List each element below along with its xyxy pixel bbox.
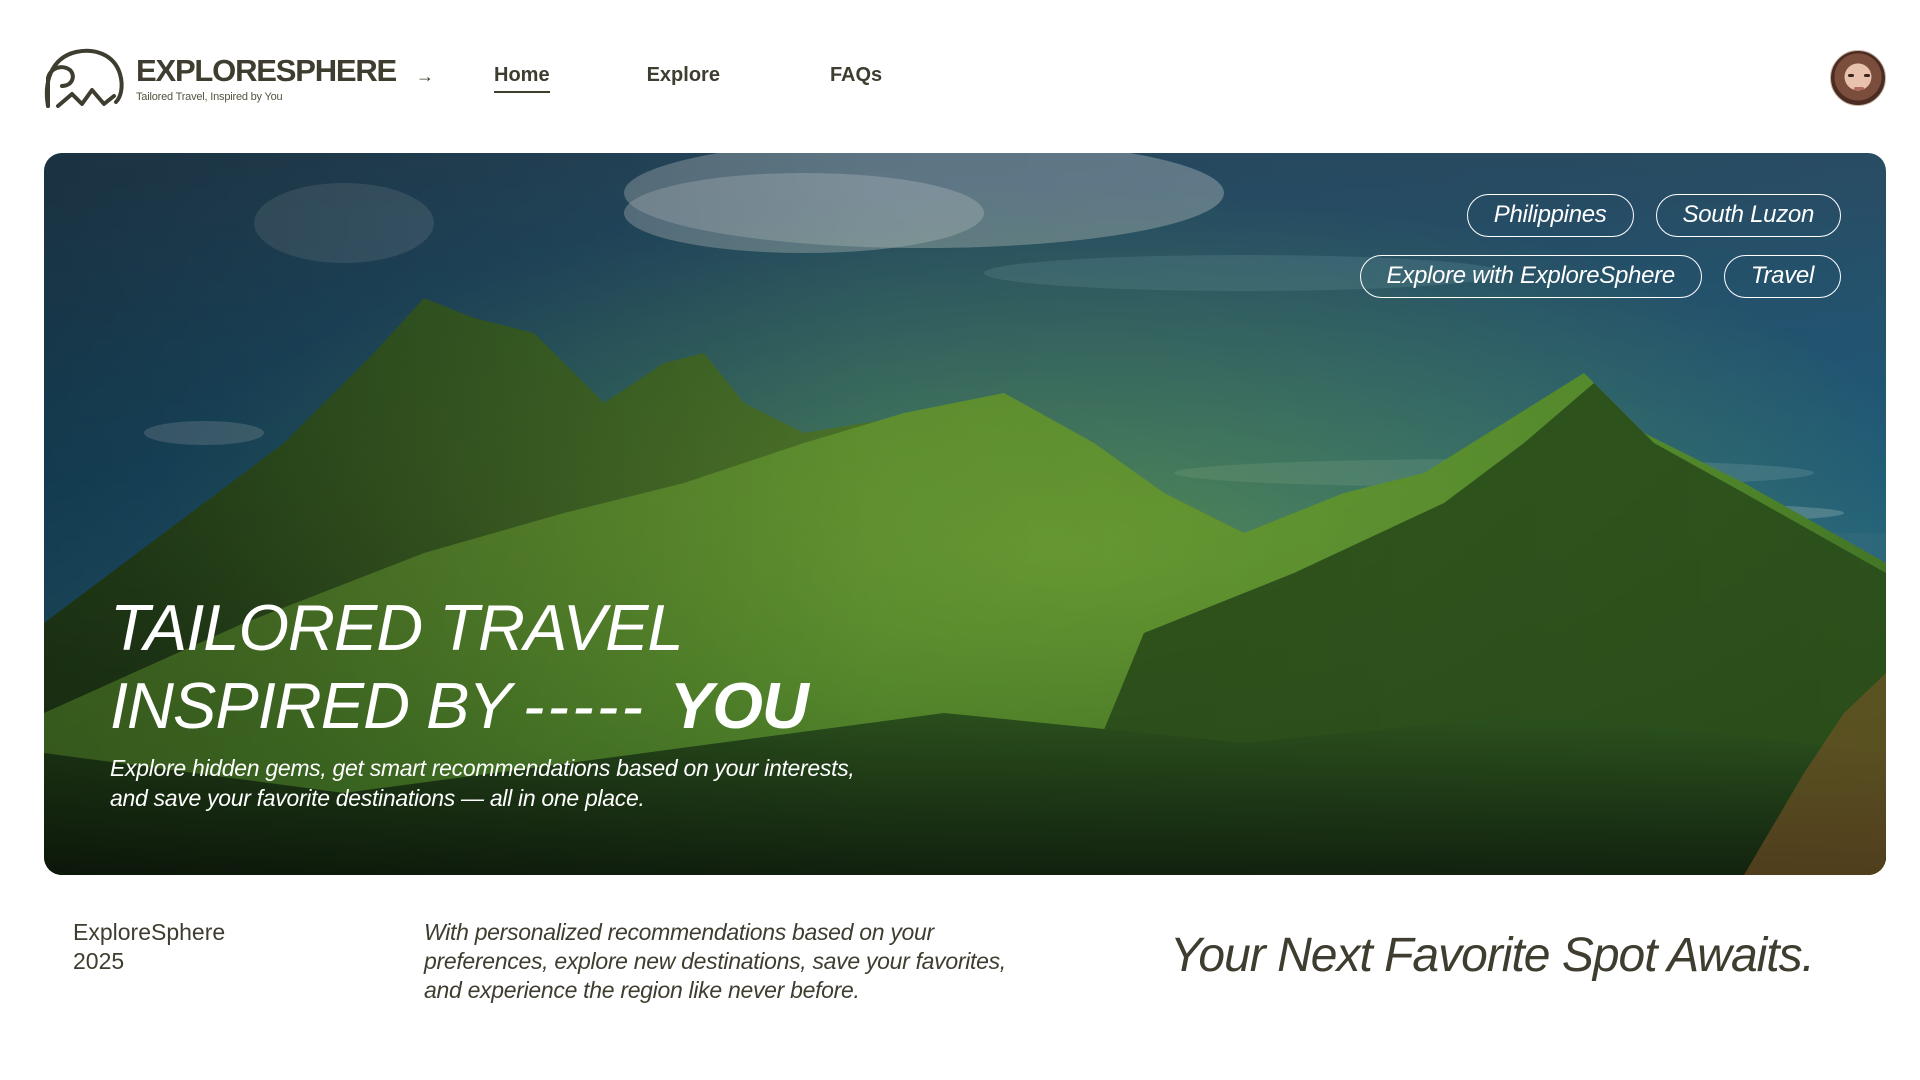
headline-dash: ----- (522, 669, 647, 742)
tag-row: Philippines South Luzon (941, 194, 1841, 237)
user-avatar[interactable] (1830, 50, 1886, 106)
headline-line-1: TAILORED TRAVEL (110, 591, 684, 664)
tag-travel[interactable]: Travel (1723, 255, 1841, 298)
footer-description: With personalized recommendations based … (424, 919, 1006, 1003)
main-nav: Home Explore FAQs (494, 64, 882, 93)
avatar-eye (1864, 74, 1870, 77)
footer-cta-heading: Your Next Favorite Spot Awaits. (1170, 929, 1815, 982)
headline-you: YOU (670, 669, 809, 742)
hero-description: Explore hidden gems, get smart recommend… (110, 755, 855, 811)
brand-name: EXPLORESPHERE (136, 53, 397, 88)
tag-south-luzon[interactable]: South Luzon (1655, 194, 1841, 237)
footer-brand-name: ExploreSphere (73, 919, 226, 945)
tag-row: Explore with ExploreSphere Travel (941, 255, 1841, 298)
hero-tags: Philippines South Luzon Explore with Exp… (941, 194, 1841, 316)
nav-explore[interactable]: Explore (647, 64, 720, 93)
tag-philippines[interactable]: Philippines (1466, 194, 1634, 237)
avatar-mouth (1854, 87, 1864, 90)
nav-faqs[interactable]: FAQs (830, 64, 882, 93)
nav-home[interactable]: Home (494, 64, 550, 93)
arrow-right-icon: → (416, 66, 434, 86)
tag-explore-with-exploresphere[interactable]: Explore with ExploreSphere (1359, 255, 1702, 298)
footer-year: 2025 (73, 948, 125, 974)
brand-tagline: Tailored Travel, Inspired by You (136, 91, 283, 103)
hero-banner: Philippines South Luzon Explore with Exp… (44, 153, 1886, 875)
top-header: EXPLORESPHERE Tailored Travel, Inspired … (0, 0, 1920, 150)
headline-line-2: INSPIRED BY ----- YOU (110, 667, 809, 745)
brand-logo[interactable]: EXPLORESPHERE Tailored Travel, Inspired … (42, 44, 397, 114)
avatar-eye (1848, 74, 1854, 77)
headline-inspired-by: INSPIRED BY (110, 669, 512, 742)
hero-headline: TAILORED TRAVEL INSPIRED BY ----- YOU (110, 589, 809, 745)
footer-brand: ExploreSphere 2025 (73, 918, 225, 976)
mountain-logo-icon (44, 48, 124, 108)
